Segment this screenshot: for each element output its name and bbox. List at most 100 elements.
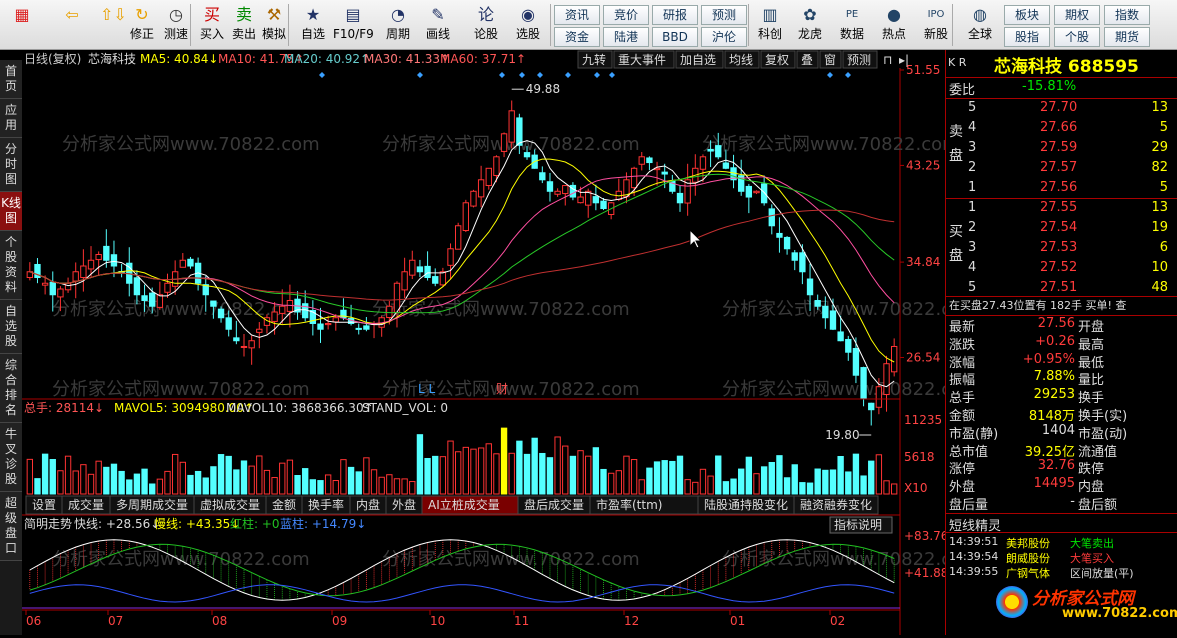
quick-button[interactable]: 资讯	[554, 5, 600, 25]
market-button[interactable]: 股指	[1004, 27, 1050, 47]
watermark-text: 分析家公式网www.70822.com	[52, 299, 310, 320]
quick-button[interactable]: 陆港	[603, 27, 649, 47]
lock-icon[interactable]: ⊓	[883, 53, 892, 67]
event-marker-icon[interactable]	[565, 72, 571, 78]
back-tool[interactable]: ⇦	[52, 2, 92, 48]
left-tab[interactable]: 超级盘口	[0, 492, 22, 561]
sell-level[interactable]: 1 27.56 5	[946, 180, 1177, 200]
quick-button[interactable]: 预测	[701, 5, 747, 25]
left-tab[interactable]: 首页	[0, 60, 22, 99]
webi-row: 委比 -15.81%	[946, 79, 1177, 99]
sub-tab[interactable]: 市盈率(ttm)	[596, 497, 662, 512]
buy-level[interactable]: 1 27.55 13	[946, 200, 1177, 220]
market-button[interactable]: 期权	[1054, 5, 1100, 25]
sub-tab[interactable]: 内盘	[356, 497, 380, 512]
sub-tab[interactable]: 虚拟成交量	[200, 497, 260, 512]
period-tool[interactable]: ◔ 周期	[378, 2, 418, 48]
event-marker-icon[interactable]	[845, 72, 851, 78]
elf-row[interactable]: 14:39:55 广钢气体 区间放量(平)	[946, 565, 1177, 580]
market-button[interactable]: 板块	[1004, 5, 1050, 25]
left-tab[interactable]: 牛叉诊股	[0, 423, 22, 492]
header-button[interactable]: 加自选	[680, 53, 716, 67]
kline-chart-area[interactable]: 日线(复权) 芯海科技 MA5: 40.84↓ MA10: 41.75↑ MA20: 4…	[22, 50, 980, 635]
sub-tab[interactable]: 盘后成交量	[524, 497, 584, 512]
header-button[interactable]: 重大事件	[618, 53, 666, 67]
dragon-tool[interactable]: ✿ 龙虎	[790, 2, 830, 48]
divider	[946, 98, 1177, 99]
sub-tab[interactable]: 金额	[272, 497, 296, 512]
volume-bar	[217, 454, 225, 495]
event-marker-icon[interactable]	[537, 72, 543, 78]
select-stock-tool[interactable]: ◉ 选股	[508, 2, 548, 48]
volume-bar	[64, 455, 72, 495]
candle-body	[860, 367, 867, 399]
left-tab[interactable]: 应用	[0, 99, 22, 138]
sub-tab[interactable]: 多周期成交量	[116, 497, 188, 512]
stat-row: 涨停 32.76 跌停	[946, 458, 1177, 477]
left-tab[interactable]: 综合排名	[0, 354, 22, 423]
elf-row[interactable]: 14:39:51 美邦股份 大笔卖出	[946, 535, 1177, 550]
market-button[interactable]: 个股	[1054, 27, 1100, 47]
event-marker-icon[interactable]	[827, 72, 833, 78]
buy-level[interactable]: 3 27.53 6	[946, 240, 1177, 260]
left-tab[interactable]: 自选股	[0, 300, 22, 354]
buy-level[interactable]: 2 27.54 19	[946, 220, 1177, 240]
star-tool[interactable]: ★ 自选	[293, 2, 333, 48]
globe-tool[interactable]: ◍ 全球	[960, 2, 1000, 48]
event-marker-icon[interactable]	[319, 72, 325, 78]
event-marker-icon[interactable]	[499, 72, 505, 78]
sub-tab[interactable]: 陆股通持股变化	[704, 497, 788, 512]
discuss-icon: 论	[477, 5, 494, 24]
quick-button[interactable]: 研报	[652, 5, 698, 25]
candle-body	[439, 271, 447, 286]
quick-button[interactable]: 资金	[554, 27, 600, 47]
hot-tool[interactable]: ● 热点	[874, 2, 914, 48]
event-marker-icon[interactable]	[417, 72, 423, 78]
finance-marker[interactable]: 财	[496, 382, 508, 396]
discuss-tool[interactable]: 论论股	[466, 2, 506, 48]
event-marker-icon[interactable]	[519, 72, 525, 78]
sub-tab[interactable]: 外盘	[392, 497, 416, 512]
quick-button[interactable]: 沪伦	[701, 27, 747, 47]
sub-tab[interactable]: AI立桩成交量	[428, 497, 500, 512]
ind-help-button[interactable]: 指标说明	[834, 517, 882, 532]
pen-tool[interactable]: ✎ 画线	[418, 2, 458, 48]
left-tab[interactable]: K线图	[0, 192, 22, 231]
quick-button[interactable]: 竞价	[603, 5, 649, 25]
header-button[interactable]: 复权	[765, 53, 789, 67]
ipo-icon: IPO	[927, 9, 945, 20]
header-button[interactable]: 九转	[582, 52, 606, 67]
left-tab[interactable]: 个股资料	[0, 231, 22, 300]
ll-marker[interactable]: L L	[418, 382, 436, 396]
event-marker-icon[interactable]	[594, 72, 600, 78]
pe-tool[interactable]: PE 数据	[832, 2, 872, 48]
event-marker-icon[interactable]	[609, 72, 615, 78]
kline-svg[interactable]: 日线(复权) 芯海科技 MA5: 40.84↓ MA10: 41.75↑MA20: 4…	[22, 50, 980, 635]
ipo-tool[interactable]: IPO 新股	[916, 2, 956, 48]
left-tab[interactable]: 分时图	[0, 138, 22, 192]
buy-level[interactable]: 4 27.52 10	[946, 260, 1177, 280]
tool-label: 画线	[425, 27, 450, 41]
f10-tool[interactable]: ▤ F10/F9	[333, 2, 374, 48]
header-button[interactable]: 预测	[847, 53, 871, 67]
science-tool[interactable]: ▥ 科创	[750, 2, 790, 48]
stat-value: 39.25亿	[1024, 444, 1075, 460]
sell-level[interactable]: 2 27.57 82	[946, 160, 1177, 180]
elf-row[interactable]: 14:39:54 朗威股份 大笔买入	[946, 550, 1177, 565]
sub-tab[interactable]: 融资融券变化	[800, 497, 872, 512]
header-button[interactable]: 窗	[824, 53, 836, 67]
sell-level[interactable]: 4 27.66 5	[946, 120, 1177, 140]
sub-tab[interactable]: 成交量	[68, 497, 104, 512]
quick-button[interactable]: BBD	[652, 27, 698, 47]
header-button[interactable]: 叠	[801, 53, 813, 67]
header-button[interactable]: 均线	[729, 53, 753, 67]
sell-level[interactable]: 5 27.70 13	[946, 100, 1177, 120]
sell-level[interactable]: 3 27.59 29	[946, 140, 1177, 160]
volume-bar	[607, 472, 615, 495]
sub-tab[interactable]: 设置	[32, 498, 56, 512]
market-button[interactable]: 指数	[1104, 5, 1150, 25]
big-order-line[interactable]: 在买盘27.43位置有 182手 买单! 查	[946, 297, 1177, 317]
sub-tab[interactable]: 换手率	[308, 497, 344, 512]
home-tool[interactable]: ▦	[2, 2, 42, 48]
market-button[interactable]: 期货	[1104, 27, 1150, 47]
